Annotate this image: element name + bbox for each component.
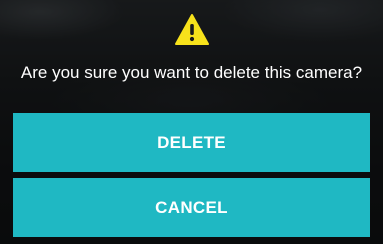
delete-button[interactable]: DELETE xyxy=(13,113,370,172)
warning-icon xyxy=(175,14,209,45)
delete-button-label: DELETE xyxy=(157,132,226,152)
cancel-button-label: CANCEL xyxy=(155,197,228,217)
cancel-button[interactable]: CANCEL xyxy=(13,178,370,237)
delete-confirmation-dialog: Are you sure you want to delete this cam… xyxy=(0,0,383,244)
confirmation-message: Are you sure you want to delete this cam… xyxy=(20,63,363,82)
